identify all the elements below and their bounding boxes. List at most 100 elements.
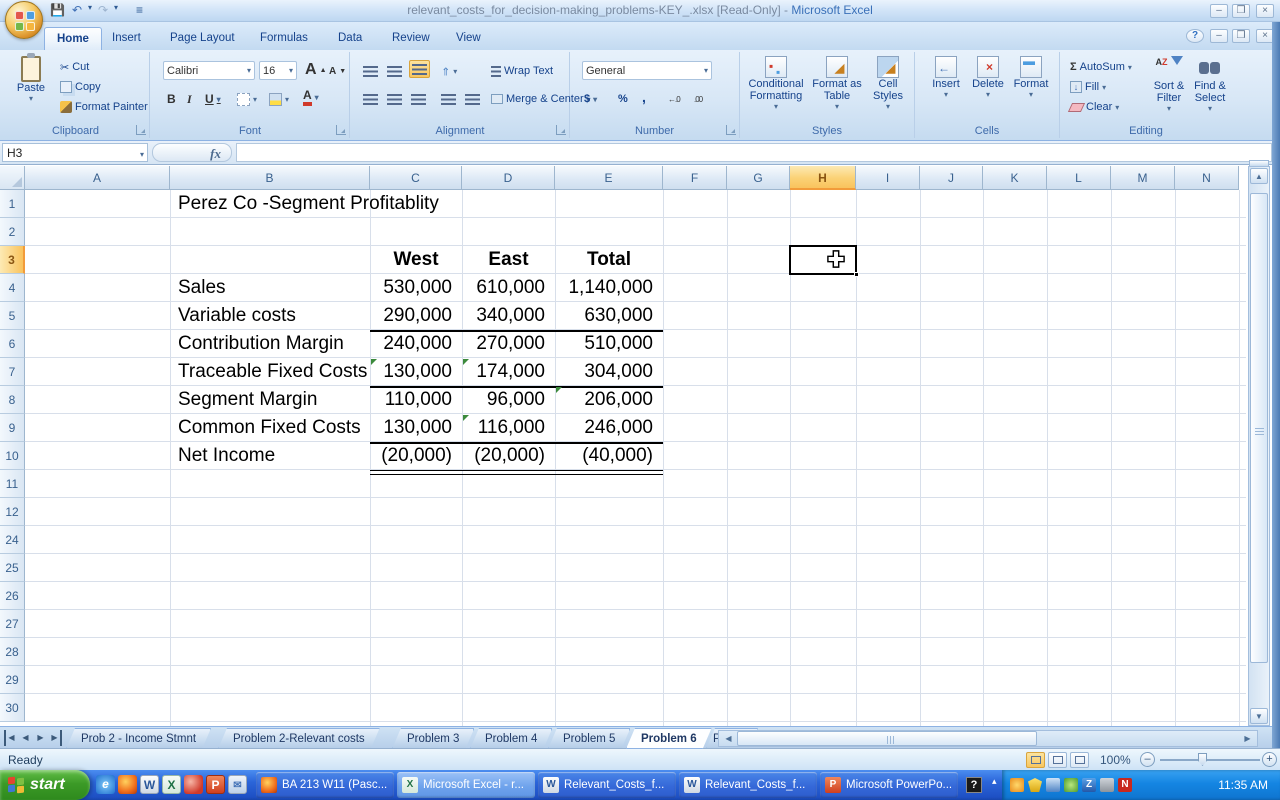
taskbar-chevron-icon[interactable]: ▴	[992, 776, 997, 787]
fill-button[interactable]: ↓ Fill ▾	[1068, 78, 1108, 96]
tab-insert[interactable]: Insert	[100, 27, 153, 50]
row-label[interactable]: Common Fixed Costs	[178, 414, 378, 442]
alignment-dialog-launcher[interactable]	[556, 125, 566, 135]
row-header-26[interactable]: 26	[0, 582, 25, 610]
value-cell[interactable]: (40,000)	[555, 442, 663, 470]
format-cells-button[interactable]: ▬ Format ▾	[1011, 56, 1051, 99]
tray-icon-z[interactable]: Z	[1082, 778, 1096, 792]
fill-handle[interactable]	[854, 272, 859, 277]
scroll-left-icon[interactable]: ◀	[721, 732, 736, 745]
value-cell[interactable]: 130,000	[370, 414, 462, 442]
column-header-l[interactable]: L	[1047, 166, 1111, 190]
sheet-tab-problem6-active[interactable]: Problem 6	[626, 728, 712, 749]
excel-icon[interactable]: X	[162, 775, 181, 794]
tray-icon-6[interactable]	[1100, 778, 1114, 792]
font-dialog-launcher[interactable]	[336, 125, 346, 135]
value-cell[interactable]: 630,000	[555, 302, 663, 330]
scroll-up-icon[interactable]: ▲	[1250, 168, 1268, 184]
increase-indent-button[interactable]	[463, 90, 482, 108]
value-cell[interactable]: 510,000	[555, 330, 663, 358]
cut-button[interactable]: ✂Cut	[58, 58, 91, 76]
outlook-express-icon[interactable]: ✉	[228, 775, 247, 794]
value-cell[interactable]: (20,000)	[370, 442, 462, 470]
taskbar-button-word-doc1[interactable]: W Relevant_Costs_f...	[538, 772, 676, 798]
row-header-11[interactable]: 11	[0, 470, 25, 498]
value-cell[interactable]: 110,000	[370, 386, 462, 414]
value-cell[interactable]: 304,000	[555, 358, 663, 386]
row-header-25[interactable]: 25	[0, 554, 25, 582]
value-cell[interactable]: 116,000	[462, 414, 555, 442]
row-label[interactable]: Sales	[178, 274, 378, 302]
value-cell[interactable]: 1,140,000	[555, 274, 663, 302]
clipboard-dialog-launcher[interactable]	[136, 125, 146, 135]
office-button[interactable]	[5, 1, 43, 39]
powerpoint-icon[interactable]: P	[206, 775, 225, 794]
column-header-k[interactable]: K	[983, 166, 1047, 190]
percent-style-button[interactable]: %	[616, 90, 630, 108]
column-header-h[interactable]: H	[790, 166, 856, 190]
workbook-restore-button[interactable]: ❒	[1232, 29, 1250, 43]
value-cell[interactable]: 610,000	[462, 274, 555, 302]
taskbar-button-powerpoint[interactable]: P Microsoft PowerPo...	[820, 772, 958, 798]
cell-styles-button[interactable]: ◢ Cell Styles ▾	[866, 56, 910, 111]
close-button[interactable]: ×	[1256, 4, 1274, 18]
grow-font-button[interactable]: A▲	[303, 61, 329, 79]
autosum-button[interactable]: Σ AutoSum ▾	[1068, 58, 1134, 76]
font-color-button[interactable]: A ▾	[301, 88, 321, 106]
column-header-c[interactable]: C	[370, 166, 462, 190]
value-cell[interactable]: 206,000	[555, 386, 663, 414]
tab-page-layout[interactable]: Page Layout	[158, 27, 247, 50]
value-cell[interactable]: 130,000	[370, 358, 462, 386]
word-icon[interactable]: W	[140, 775, 159, 794]
fill-color-button[interactable]: ▾	[267, 90, 291, 108]
align-right-button[interactable]	[409, 90, 428, 108]
font-size-select[interactable]: 16▾	[259, 61, 297, 80]
zoom-slider-thumb[interactable]	[1198, 753, 1207, 766]
delete-cells-button[interactable]: × Delete ▾	[969, 56, 1007, 99]
sheet-tab-problem3[interactable]: Problem 3	[392, 728, 474, 749]
copy-button[interactable]: Copy	[58, 78, 103, 96]
align-top-button[interactable]	[361, 62, 380, 80]
sort-filter-button[interactable]: AZ Sort & Filter ▾	[1148, 56, 1190, 113]
restore-button[interactable]: ❒	[1232, 4, 1250, 18]
tray-icon-3[interactable]	[1046, 778, 1060, 792]
value-cell[interactable]: 240,000	[370, 330, 462, 358]
zoom-out-button[interactable]: –	[1140, 752, 1155, 767]
tray-icon-1[interactable]	[1010, 778, 1024, 792]
formula-input[interactable]	[236, 143, 1272, 162]
tab-data[interactable]: Data	[326, 27, 374, 50]
scroll-down-icon[interactable]: ▼	[1250, 708, 1268, 724]
prev-sheet-icon[interactable]: ◀	[19, 730, 32, 746]
value-cell[interactable]: 174,000	[462, 358, 555, 386]
accounting-format-button[interactable]: $▾	[582, 90, 599, 108]
name-box[interactable]: H3 ▾	[2, 143, 148, 162]
sheet-tab-problem4[interactable]: Problem 4	[470, 728, 552, 749]
column-header-m[interactable]: M	[1111, 166, 1175, 190]
taskbar-button-excel-active[interactable]: X Microsoft Excel - r...	[397, 772, 535, 798]
number-dialog-launcher[interactable]	[726, 125, 736, 135]
row-header-27[interactable]: 27	[0, 610, 25, 638]
zoom-slider-track[interactable]	[1160, 759, 1260, 761]
row-label[interactable]: Traceable Fixed Costs	[178, 358, 378, 386]
increase-decimal-button[interactable]: ←.0	[666, 90, 682, 108]
help-tray-icon[interactable]: ?	[966, 777, 982, 793]
row-header-24[interactable]: 24	[0, 526, 25, 554]
shrink-font-button[interactable]: A▼	[327, 62, 348, 80]
value-cell[interactable]: 340,000	[462, 302, 555, 330]
tab-home[interactable]: Home	[44, 27, 102, 50]
next-sheet-icon[interactable]: ▶	[34, 730, 47, 746]
sheet-title-cell[interactable]: Perez Co -Segment Profitablity	[178, 190, 598, 218]
normal-view-button[interactable]	[1026, 752, 1045, 768]
row-label[interactable]: Segment Margin	[178, 386, 378, 414]
align-middle-button[interactable]	[385, 62, 404, 80]
col-label-east[interactable]: East	[462, 246, 555, 274]
taskbar-button-word-doc2[interactable]: W Relevant_Costs_f...	[679, 772, 817, 798]
orientation-button[interactable]: ⇗ ▾	[439, 62, 459, 80]
row-header-29[interactable]: 29	[0, 666, 25, 694]
paste-button[interactable]: Paste ▾	[10, 56, 52, 103]
tray-icon-4[interactable]	[1064, 778, 1078, 792]
tray-icon-n[interactable]: N	[1118, 778, 1132, 792]
tab-review[interactable]: Review	[380, 27, 442, 50]
taskbar-button-firefox-window[interactable]: BA 213 W11 (Pasc...	[256, 772, 394, 798]
zoom-in-button[interactable]: +	[1262, 752, 1277, 767]
